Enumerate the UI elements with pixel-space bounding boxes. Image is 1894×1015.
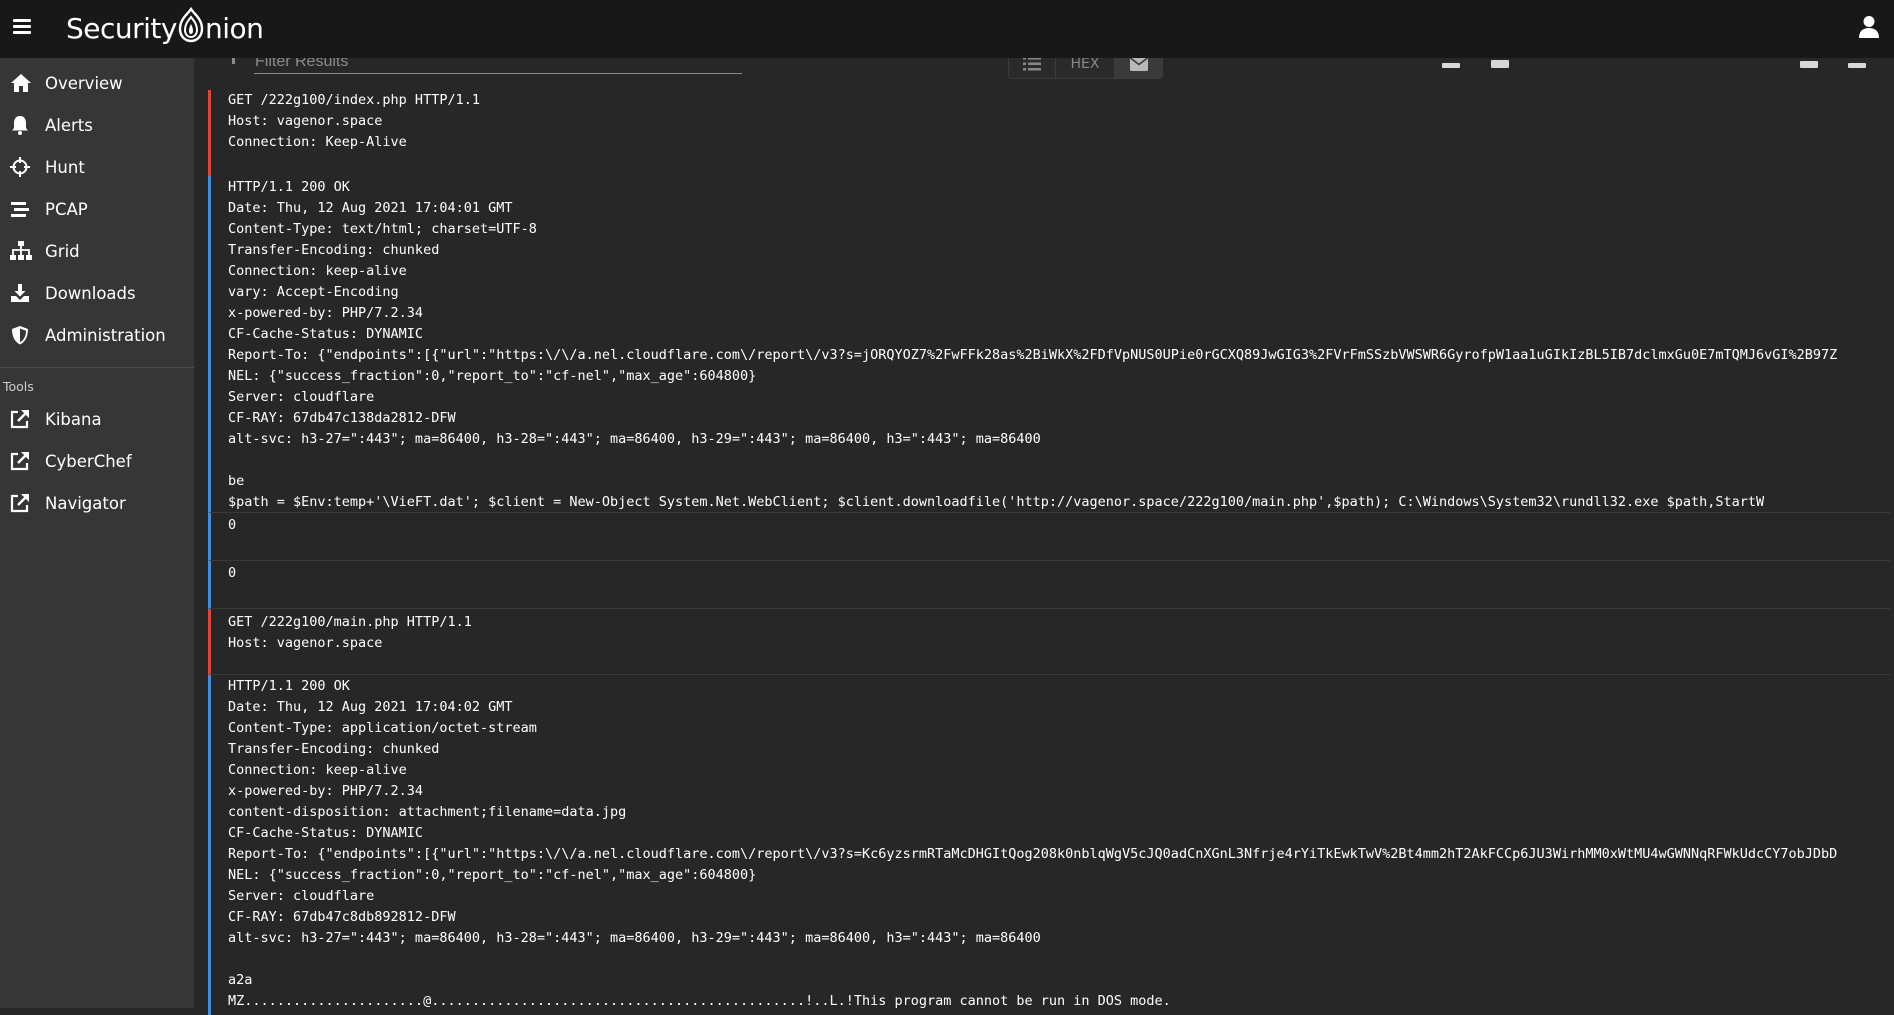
user-account-icon[interactable] (1858, 15, 1880, 39)
stream-text: GET /222g100/main.php HTTP/1.1 Host: vag… (228, 614, 472, 651)
stream-text: HTTP/1.1 200 OK Date: Thu, 12 Aug 2021 1… (228, 179, 1838, 510)
navigation-sidebar: Overview Alerts Hunt PCAP Grid Downloads (0, 58, 195, 1008)
stream-text: 0 (228, 565, 237, 581)
sidebar-item-navigator[interactable]: Navigator (0, 482, 194, 524)
onion-logo-icon (178, 6, 204, 50)
stream-transcript: GET /222g100/index.php HTTP/1.1 Host: va… (208, 88, 1894, 1015)
security-onion-logo[interactable]: Security nion (66, 6, 264, 50)
sidebar-item-hunt[interactable]: Hunt (0, 146, 194, 188)
sidebar-item-label: CyberChef (45, 451, 132, 471)
envelope-icon (1129, 58, 1148, 71)
view-transcript-button[interactable] (1115, 58, 1162, 78)
window-icon[interactable] (1800, 58, 1818, 68)
sidebar-item-label: Alerts (45, 115, 93, 135)
stream-icon (10, 199, 30, 219)
response-block: 0 (208, 513, 1890, 561)
sidebar-item-label: Grid (45, 241, 80, 261)
crosshair-icon (10, 157, 30, 177)
top-app-bar: Security nion (0, 0, 1894, 58)
sidebar-divider (0, 367, 194, 368)
download-pcap-icon[interactable] (1848, 58, 1866, 68)
home-icon (10, 73, 31, 93)
request-block: GET /222g100/index.php HTTP/1.1 Host: va… (208, 90, 1890, 176)
sidebar-item-label: PCAP (45, 199, 88, 219)
sidebar-item-label: Kibana (45, 409, 102, 429)
sidebar-item-label: Administration (45, 325, 166, 345)
download-icon (10, 283, 30, 303)
stream-toolbar: HEX (196, 58, 1894, 88)
logo-word-nion: nion (204, 11, 264, 45)
response-block: HTTP/1.1 200 OK Date: Thu, 12 Aug 2021 1… (208, 675, 1890, 1015)
list-icon (1023, 58, 1041, 70)
response-block: HTTP/1.1 200 OK Date: Thu, 12 Aug 2021 1… (208, 176, 1890, 513)
logo-word-security: Security (66, 11, 177, 45)
sidebar-item-label: Hunt (45, 157, 85, 177)
view-mode-toggle: HEX (1008, 58, 1163, 79)
external-link-icon (10, 493, 30, 513)
response-block: 0 (208, 561, 1890, 609)
sidebar-item-cyberchef[interactable]: CyberChef (0, 440, 194, 482)
sidebar-item-alerts[interactable]: Alerts (0, 104, 194, 146)
collapse-icon[interactable] (1442, 58, 1460, 68)
external-link-icon (10, 409, 30, 429)
expand-icon[interactable] (1491, 58, 1509, 68)
sidebar-item-overview[interactable]: Overview (0, 62, 194, 104)
stream-text: HTTP/1.1 200 OK Date: Thu, 12 Aug 2021 1… (228, 678, 1838, 1009)
view-hex-button[interactable]: HEX (1056, 58, 1115, 78)
network-icon (10, 241, 32, 261)
sidebar-item-label: Overview (45, 73, 123, 93)
sidebar-item-administration[interactable]: Administration (0, 314, 194, 356)
filter-results-input[interactable] (254, 58, 742, 74)
sidebar-item-downloads[interactable]: Downloads (0, 272, 194, 314)
sidebar-item-pcap[interactable]: PCAP (0, 188, 194, 230)
request-block: GET /222g100/main.php HTTP/1.1 Host: vag… (208, 609, 1890, 675)
sidebar-item-label: Downloads (45, 283, 136, 303)
pcap-main-panel: HEX GET /222g100/index.php HTTP/1.1 Host… (196, 0, 1894, 1015)
sidebar-item-label: Navigator (45, 493, 126, 513)
external-link-icon (10, 451, 30, 471)
shield-icon (10, 325, 30, 345)
stream-text: GET /222g100/index.php HTTP/1.1 Host: va… (228, 92, 480, 150)
filter-prefix-icon (232, 58, 235, 64)
sidebar-item-grid[interactable]: Grid (0, 230, 194, 272)
sidebar-item-kibana[interactable]: Kibana (0, 398, 194, 440)
stream-text: 0 (228, 517, 237, 533)
tools-section-header: Tools (3, 379, 34, 394)
menu-icon[interactable] (13, 17, 33, 37)
bell-icon (10, 115, 30, 135)
view-list-button[interactable] (1009, 58, 1056, 78)
